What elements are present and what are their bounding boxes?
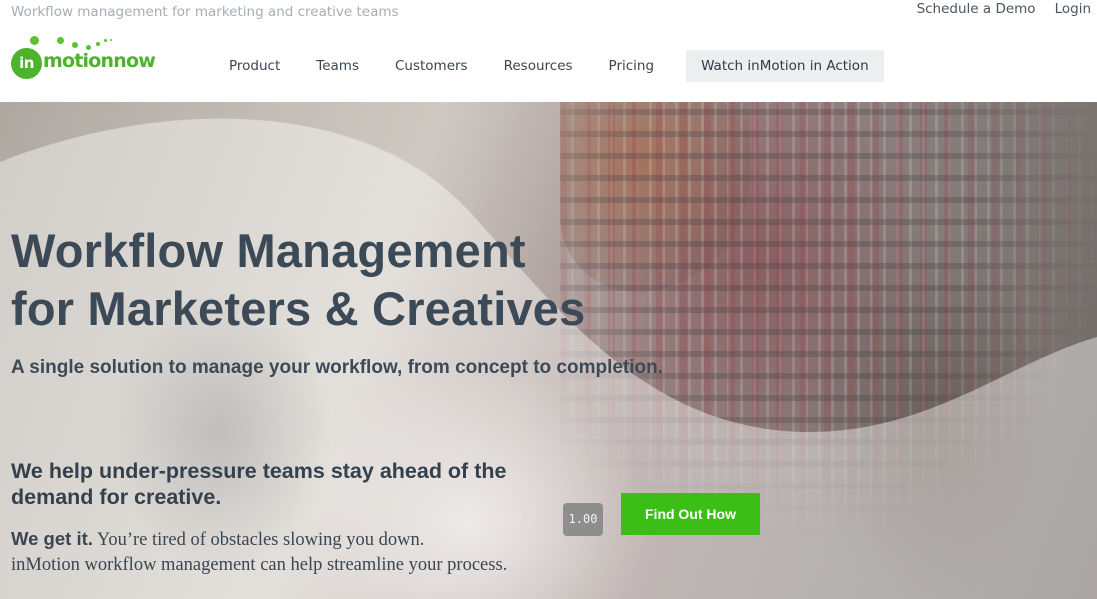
inmotionnow-logo[interactable]: in motionnow bbox=[11, 34, 171, 82]
login-link[interactable]: Login bbox=[1055, 1, 1091, 17]
utility-nav: Schedule a Demo Login bbox=[917, 1, 1091, 17]
site-tagline: Workflow management for marketing and cr… bbox=[11, 4, 399, 20]
nav-product[interactable]: Product bbox=[211, 50, 298, 82]
nav-resources[interactable]: Resources bbox=[486, 50, 591, 82]
headline-line-2: for Marketers & Creatives bbox=[11, 282, 586, 335]
logo-dot bbox=[96, 42, 100, 46]
body-rest: You’re tired of obstacles slowing you do… bbox=[92, 530, 425, 550]
watch-inmotion-button[interactable]: Watch inMotion in Action bbox=[686, 50, 884, 82]
headline-line-1: Workflow Management bbox=[11, 224, 526, 277]
hero-body-line-2: inMotion workflow management can help st… bbox=[11, 555, 508, 575]
logo-dot bbox=[110, 39, 112, 41]
logo-dot bbox=[104, 39, 107, 42]
nav-customers[interactable]: Customers bbox=[377, 50, 486, 82]
hero-pitch: We help under-pressure teams stay ahead … bbox=[11, 459, 507, 509]
hero-body-line-1: We get it. You’re tired of obstacles slo… bbox=[11, 526, 424, 553]
logo-wordmark: motionnow bbox=[43, 50, 156, 72]
logo-dot bbox=[72, 42, 78, 48]
hero-headline: Workflow Management for Marketers & Crea… bbox=[11, 222, 586, 338]
hero-section: Workflow Management for Marketers & Crea… bbox=[0, 102, 1097, 599]
find-out-how-button[interactable]: Find Out How bbox=[621, 493, 760, 535]
nav-teams[interactable]: Teams bbox=[298, 50, 377, 82]
logo-dot bbox=[57, 37, 64, 44]
logo-in-mark: in bbox=[11, 48, 42, 79]
body-lead: We get it. bbox=[11, 528, 93, 549]
hero-subheading: A single solution to manage your workflo… bbox=[11, 357, 664, 378]
playback-speed-badge[interactable]: 1.00 bbox=[563, 503, 603, 536]
logo-dot bbox=[30, 36, 39, 45]
schedule-demo-link[interactable]: Schedule a Demo bbox=[917, 1, 1036, 17]
hero-wave-overlay bbox=[0, 118, 1097, 599]
nav-pricing[interactable]: Pricing bbox=[591, 50, 673, 82]
site-header: Workflow management for marketing and cr… bbox=[0, 0, 1097, 102]
main-nav: Product Teams Customers Resources Pricin… bbox=[211, 50, 884, 82]
